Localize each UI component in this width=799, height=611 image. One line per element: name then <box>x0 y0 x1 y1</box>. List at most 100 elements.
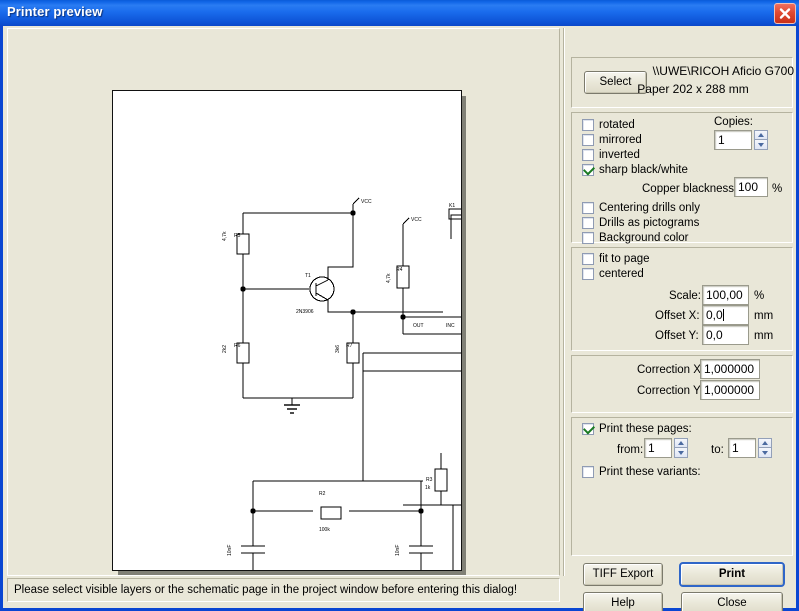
close-button[interactable]: Close <box>681 592 783 611</box>
copper-blackness-input[interactable]: 100 <box>734 177 768 197</box>
chevron-down-icon <box>758 142 764 147</box>
offset-x-input[interactable]: 0,0 <box>702 305 749 325</box>
scale-group: fit to page centered Scale: 100,00 % Off… <box>571 247 793 351</box>
sharp-bw-label: sharp black/white <box>599 164 688 176</box>
copies-spinner[interactable] <box>754 130 768 150</box>
checkbox-mirrored[interactable]: mirrored <box>582 134 642 146</box>
mirrored-label: mirrored <box>599 134 642 146</box>
svg-text:R3: R3 <box>426 477 433 483</box>
printer-preview-window: Printer preview 4,7k R5 2k2 R6 3k6 R7 T1… <box>0 0 799 611</box>
offset-y-unit: mm <box>754 330 774 342</box>
scale-input[interactable]: 100,00 <box>702 285 749 305</box>
preview-pane[interactable]: 4,7k R5 2k2 R6 3k6 R7 T1 2N3906 VCC VCC … <box>7 28 560 576</box>
correction-y-label: Correction Y: <box>637 385 704 397</box>
checkbox-centering-drills-only[interactable]: Centering drills only <box>582 202 700 214</box>
svg-text:R7: R7 <box>346 343 353 349</box>
drills-pictograms-checkbox-box <box>582 217 594 229</box>
background-color-label: Background color <box>599 232 689 244</box>
from-spinner[interactable] <box>674 438 688 458</box>
correction-group: Correction X: 1,000000 Correction Y: 1,0… <box>571 355 793 413</box>
print-options-group: rotated mirrored inverted sharp black/wh… <box>571 112 793 244</box>
pages-group: Print these pages: from: 1 to: 1 Print t… <box>571 417 793 556</box>
paper-sheet: 4,7k R5 2k2 R6 3k6 R7 T1 2N3906 VCC VCC … <box>112 90 462 571</box>
from-input[interactable]: 1 <box>644 438 672 458</box>
print-button[interactable]: Print <box>679 562 785 587</box>
checkbox-background-color[interactable]: Background color <box>582 232 689 244</box>
print-variants-checkbox-box <box>582 466 594 478</box>
copies-spinner-up[interactable] <box>754 130 768 140</box>
svg-text:R6: R6 <box>234 343 241 349</box>
copies-input[interactable]: 1 <box>714 130 752 150</box>
chevron-down-icon <box>678 450 684 455</box>
to-spinner-down[interactable] <box>758 448 772 458</box>
checkbox-drills-as-pictograms[interactable]: Drills as pictograms <box>582 217 699 229</box>
copies-label: Copies: <box>714 116 753 128</box>
checkbox-centered[interactable]: centered <box>582 268 644 280</box>
checkbox-inverted[interactable]: inverted <box>582 149 640 161</box>
svg-text:INC: INC <box>446 323 455 329</box>
from-spinner-down[interactable] <box>674 448 688 458</box>
chevron-up-icon <box>678 441 684 445</box>
offset-y-label: Offset Y: <box>655 330 699 342</box>
svg-text:R4: R4 <box>396 267 403 273</box>
svg-text:VCC: VCC <box>361 199 372 205</box>
chevron-up-icon <box>762 441 768 445</box>
tiff-export-button[interactable]: TIFF Export <box>583 563 663 586</box>
correction-x-label: Correction X: <box>637 364 705 376</box>
printer-name-label: \\UWE\RICOH Aficio G700 <box>652 64 794 78</box>
close-icon[interactable] <box>774 3 796 24</box>
checkbox-fit-to-page[interactable]: fit to page <box>582 253 650 265</box>
svg-text:1k: 1k <box>425 485 431 491</box>
checkbox-print-these-variants[interactable]: Print these variants: <box>582 466 701 478</box>
scale-unit: % <box>754 290 765 302</box>
chevron-up-icon <box>758 133 764 137</box>
rotated-checkbox-box <box>582 119 594 131</box>
centered-checkbox-box <box>582 268 594 280</box>
inverted-checkbox-box <box>582 149 594 161</box>
mirrored-checkbox-box <box>582 134 594 146</box>
settings-column: Select \\UWE\RICOH Aficio G700 Paper 202… <box>571 28 794 611</box>
checkbox-sharp-black-white[interactable]: sharp black/white <box>582 164 688 176</box>
svg-text:3k6: 3k6 <box>335 345 341 353</box>
checkbox-rotated[interactable]: rotated <box>582 119 635 131</box>
svg-text:VCC: VCC <box>411 217 422 223</box>
copper-blackness-unit: % <box>772 183 783 195</box>
checkbox-print-these-pages[interactable]: Print these pages: <box>582 423 692 435</box>
titlebar: Printer preview <box>0 0 799 26</box>
svg-text:2N3906: 2N3906 <box>296 309 314 315</box>
svg-text:2k2: 2k2 <box>222 345 228 353</box>
correction-x-input[interactable]: 1,000000 <box>700 359 760 379</box>
svg-text:10nF: 10nF <box>395 545 401 556</box>
to-spinner-up[interactable] <box>758 438 772 448</box>
status-bar: Please select visible layers or the sche… <box>7 578 560 602</box>
to-spinner[interactable] <box>758 438 772 458</box>
help-button[interactable]: Help <box>583 592 663 611</box>
offset-y-input[interactable]: 0,0 <box>702 325 749 345</box>
print-variants-label: Print these variants: <box>599 466 701 478</box>
centering-drills-checkbox-box <box>582 202 594 214</box>
sharp-bw-checkbox-box <box>582 164 594 176</box>
offset-x-unit: mm <box>754 310 774 322</box>
from-spinner-up[interactable] <box>674 438 688 448</box>
svg-text:4,7k: 4,7k <box>386 273 392 283</box>
svg-text:T1: T1 <box>305 273 311 279</box>
copies-spinner-down[interactable] <box>754 140 768 150</box>
from-label: from: <box>617 444 644 456</box>
printer-group: Select \\UWE\RICOH Aficio G700 Paper 202… <box>571 57 794 108</box>
schematic-drawing: 4,7k R5 2k2 R6 3k6 R7 T1 2N3906 VCC VCC … <box>222 197 461 570</box>
to-label: to: <box>711 444 724 456</box>
svg-text:10nF: 10nF <box>227 545 233 556</box>
print-pages-checkbox-box <box>582 423 594 435</box>
scale-label: Scale: <box>669 290 701 302</box>
svg-text:OUT: OUT <box>413 323 424 329</box>
drills-pictograms-label: Drills as pictograms <box>599 217 700 229</box>
close-x-glyph <box>779 8 791 19</box>
svg-text:4,7k: 4,7k <box>222 231 228 241</box>
background-color-checkbox-box <box>582 232 594 244</box>
correction-y-input[interactable]: 1,000000 <box>700 380 760 400</box>
to-input[interactable]: 1 <box>728 438 756 458</box>
dialog-buttons: TIFF Export Print Help Close <box>571 560 793 611</box>
pane-splitter[interactable] <box>561 28 571 576</box>
svg-text:R5: R5 <box>234 233 241 239</box>
chevron-down-icon <box>762 450 768 455</box>
